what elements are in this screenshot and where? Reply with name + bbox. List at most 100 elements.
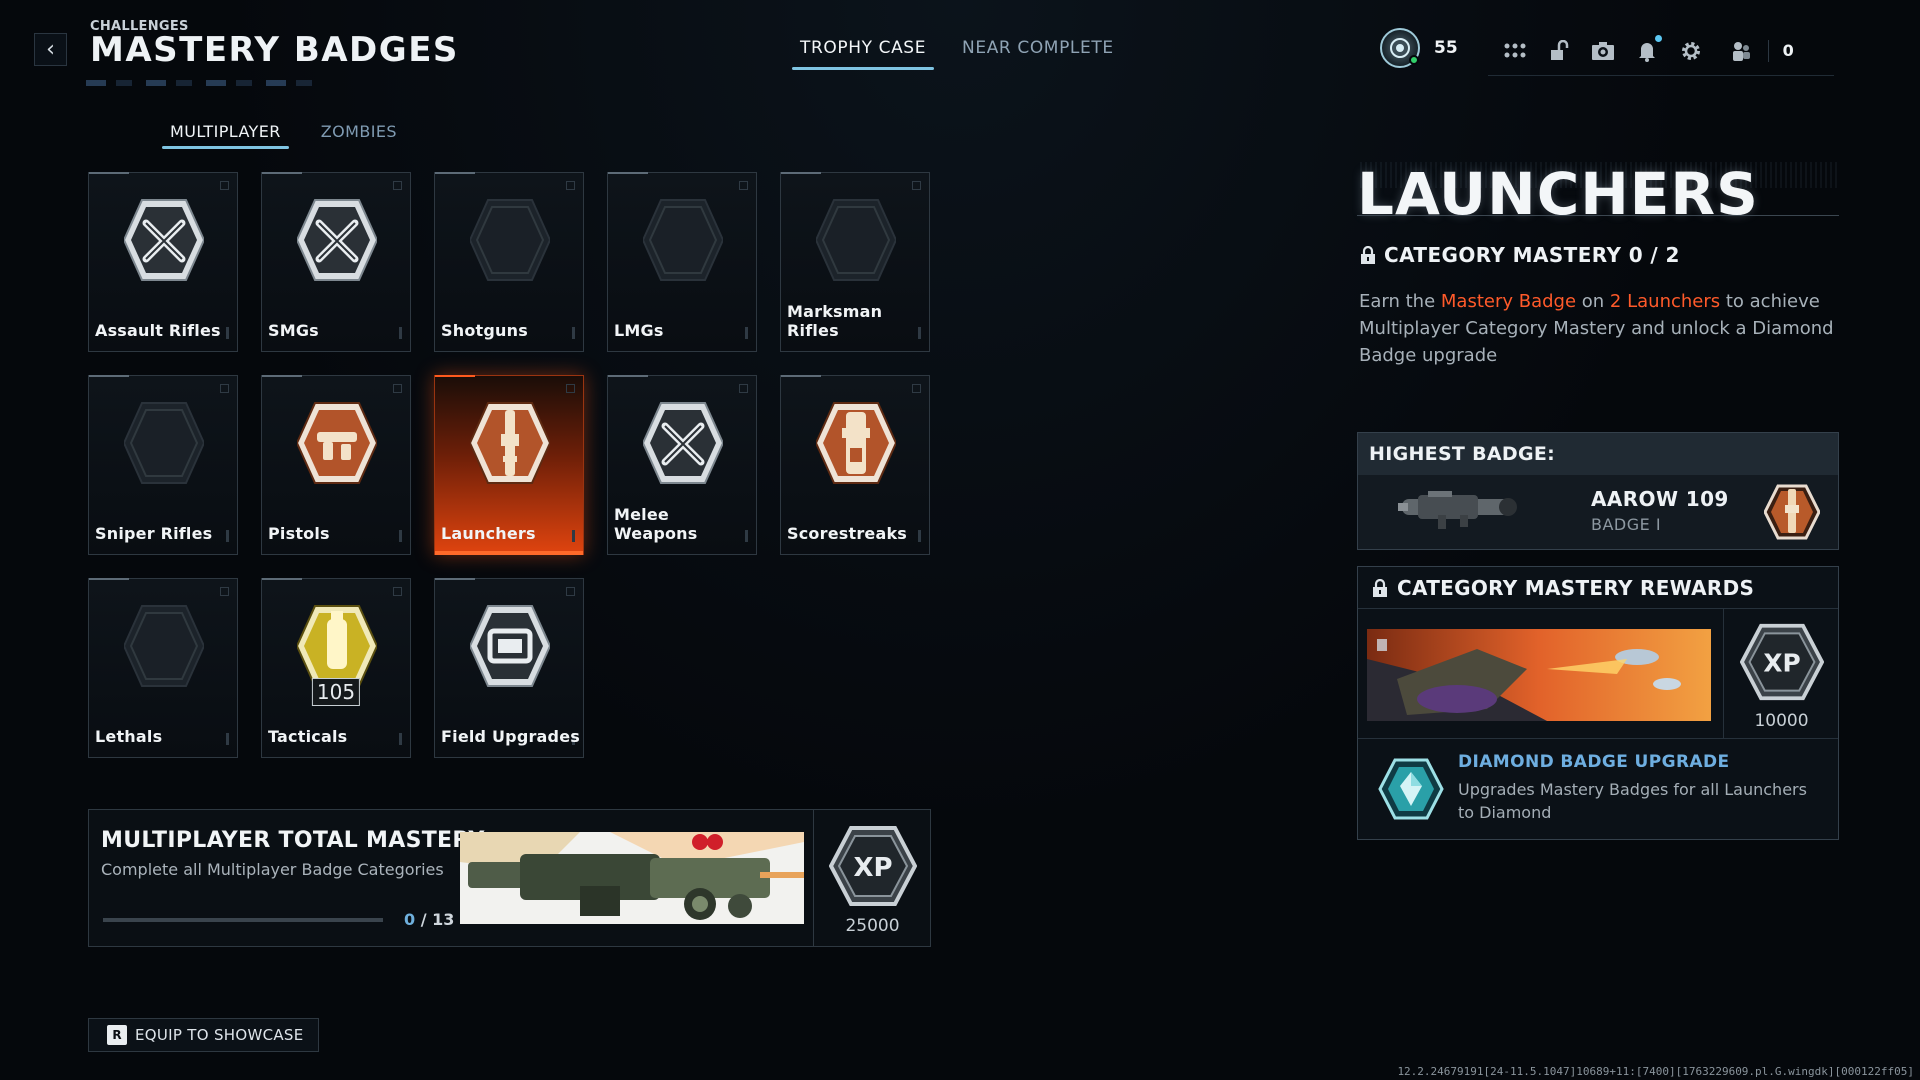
tile-corner-mark bbox=[393, 384, 402, 393]
title-decoration bbox=[86, 80, 316, 86]
launcher-badge-icon bbox=[470, 402, 550, 484]
tile-corner-mark bbox=[912, 181, 921, 190]
highest-badge-panel[interactable]: HIGHEST BADGE: AAROW 109 BADGE I bbox=[1357, 432, 1839, 550]
tile-tick-mark bbox=[399, 530, 402, 542]
badge-tile-lethals[interactable]: Lethals bbox=[88, 578, 238, 758]
diamond-badge-icon bbox=[1378, 758, 1444, 820]
highest-badge-tier: BADGE I bbox=[1591, 515, 1662, 534]
badge-tile-field-upgrades[interactable]: Field Upgrades bbox=[434, 578, 584, 758]
build-version: 12.2.24679191[24-11.5.1047]10689+11:[740… bbox=[1397, 1065, 1914, 1078]
badge-tile-marksman-rifles[interactable]: Marksman Rifles bbox=[780, 172, 930, 352]
badge-tile-melee-weapons[interactable]: Melee Weapons bbox=[607, 375, 757, 555]
party-section: 0 bbox=[1717, 35, 1834, 76]
desc-highlight-badge: Mastery Badge bbox=[1440, 291, 1577, 312]
badge-tile-sniper-rifles[interactable]: Sniper Rifles bbox=[88, 375, 238, 555]
total-mastery-title: MULTIPLAYER TOTAL MASTERY bbox=[101, 828, 485, 853]
tile-tick-mark bbox=[918, 530, 921, 542]
camera-icon[interactable] bbox=[1590, 39, 1616, 63]
badge-tile-lmgs[interactable]: LMGs bbox=[607, 172, 757, 352]
badge-label: Lethals bbox=[95, 727, 163, 746]
badge-label: Scorestreaks bbox=[787, 524, 908, 543]
empty-hex-icon bbox=[643, 199, 723, 281]
crossed-smgs-badge-icon bbox=[297, 199, 377, 281]
category-description: Earn the Mastery Badge on 2 Launchers to… bbox=[1359, 288, 1849, 369]
equip-to-showcase-button[interactable]: R EQUIP TO SHOWCASE bbox=[88, 1018, 319, 1052]
highest-badge-weapon-name: AAROW 109 bbox=[1591, 487, 1729, 511]
divider bbox=[1767, 39, 1769, 62]
empty-hex-icon bbox=[124, 402, 204, 484]
badge-tile-shotguns[interactable]: Shotguns bbox=[434, 172, 584, 352]
gear-icon[interactable] bbox=[1678, 39, 1704, 63]
tab-multiplayer[interactable]: MULTIPLAYER bbox=[162, 122, 289, 149]
badge-tile-scorestreaks[interactable]: Scorestreaks bbox=[780, 375, 930, 555]
badge-label: Field Upgrades bbox=[441, 727, 580, 746]
desc-text: on bbox=[1576, 291, 1610, 312]
badge-count: 105 bbox=[311, 678, 361, 706]
total-mastery-card[interactable]: MULTIPLAYER TOTAL MASTERY Complete all M… bbox=[88, 809, 931, 947]
total-mastery-reward: XP 25000 bbox=[813, 810, 931, 946]
lock-icon bbox=[1373, 578, 1387, 597]
svg-text:XP: XP bbox=[1763, 649, 1800, 678]
pistol-badge-icon bbox=[297, 402, 377, 484]
player-level-emblem[interactable] bbox=[1380, 28, 1420, 68]
empty-hex-icon bbox=[124, 605, 204, 687]
highest-badge-body: AAROW 109 BADGE I bbox=[1358, 475, 1838, 549]
launcher-badge-icon bbox=[1764, 484, 1820, 540]
badge-tile-assault-rifles[interactable]: Assault Rifles bbox=[88, 172, 238, 352]
online-status-dot bbox=[1409, 55, 1419, 65]
prestige-icon bbox=[1390, 38, 1410, 58]
reward-calling-card-image[interactable] bbox=[1367, 629, 1711, 721]
launcher-weapon-image bbox=[1398, 491, 1517, 529]
category-mastery-rewards-panel: CATEGORY MASTERY REWARDS XP 10000 DIAMON… bbox=[1357, 566, 1839, 840]
tab-zombies[interactable]: ZOMBIES bbox=[321, 122, 397, 149]
key-prompt: R bbox=[107, 1025, 127, 1045]
tile-tick-mark bbox=[572, 327, 575, 339]
badge-label: SMGs bbox=[268, 321, 319, 340]
badge-tile-tacticals[interactable]: 105 Tacticals bbox=[261, 578, 411, 758]
detail-title: LAUNCHERS bbox=[1357, 160, 1759, 228]
diamond-badge-upgrade[interactable]: DIAMOND BADGE UPGRADE Upgrades Mastery B… bbox=[1358, 740, 1838, 840]
empty-hex-icon bbox=[816, 199, 896, 281]
tile-corner-mark bbox=[393, 587, 402, 596]
badge-label: Sniper Rifles bbox=[95, 524, 213, 543]
tile-corner-mark bbox=[220, 181, 229, 190]
badge-label: Shotguns bbox=[441, 321, 528, 340]
page-title: MASTERY BADGES bbox=[90, 30, 459, 70]
reward-weapon-skin-image bbox=[460, 832, 804, 924]
top-tabs: TROPHY CASE NEAR COMPLETE bbox=[791, 38, 1114, 70]
badge-label: Melee Weapons bbox=[614, 505, 698, 543]
party-icon[interactable] bbox=[1728, 39, 1754, 63]
xp-icon: XP bbox=[1739, 623, 1824, 701]
highest-badge-heading: HIGHEST BADGE: bbox=[1358, 433, 1838, 475]
tile-corner-mark bbox=[566, 181, 575, 190]
bell-icon[interactable] bbox=[1634, 34, 1662, 63]
badge-tile-launchers[interactable]: Launchers bbox=[434, 375, 584, 555]
tile-corner-mark bbox=[912, 384, 921, 393]
progress-bar bbox=[103, 918, 383, 922]
badge-grid: Assault Rifles SMGs Shotguns LMGs Marksm… bbox=[88, 172, 930, 758]
lock-icon bbox=[1377, 639, 1387, 651]
progress-separator: / bbox=[415, 910, 433, 929]
unlock-icon[interactable] bbox=[1546, 39, 1572, 63]
back-button[interactable]: ‹ bbox=[34, 33, 67, 66]
upgrade-description: Upgrades Mastery Badges for all Launcher… bbox=[1458, 780, 1807, 822]
crossed-rifles-badge-icon bbox=[124, 199, 204, 281]
grid-menu-icon[interactable] bbox=[1502, 39, 1528, 63]
category-mastery-text: CATEGORY MASTERY 0 / 2 bbox=[1384, 243, 1680, 267]
tab-near-complete[interactable]: NEAR COMPLETE bbox=[962, 38, 1114, 70]
tile-corner-mark bbox=[220, 384, 229, 393]
tile-tick-mark bbox=[745, 327, 748, 339]
tile-corner-mark bbox=[739, 181, 748, 190]
tile-corner-mark bbox=[220, 587, 229, 596]
badge-tile-pistols[interactable]: Pistols bbox=[261, 375, 411, 555]
mode-tabs: MULTIPLAYER ZOMBIES bbox=[162, 122, 397, 149]
badge-label: Assault Rifles bbox=[95, 321, 221, 340]
reward-row: XP 10000 bbox=[1358, 609, 1838, 739]
tile-corner-mark bbox=[739, 384, 748, 393]
quick-menu bbox=[1487, 34, 1718, 76]
reward-xp: XP 10000 bbox=[1723, 609, 1839, 739]
badge-tile-smgs[interactable]: SMGs bbox=[261, 172, 411, 352]
crossed-blades-badge-icon bbox=[643, 402, 723, 484]
badge-label: Pistols bbox=[268, 524, 330, 543]
tab-trophy-case[interactable]: TROPHY CASE bbox=[791, 38, 935, 70]
